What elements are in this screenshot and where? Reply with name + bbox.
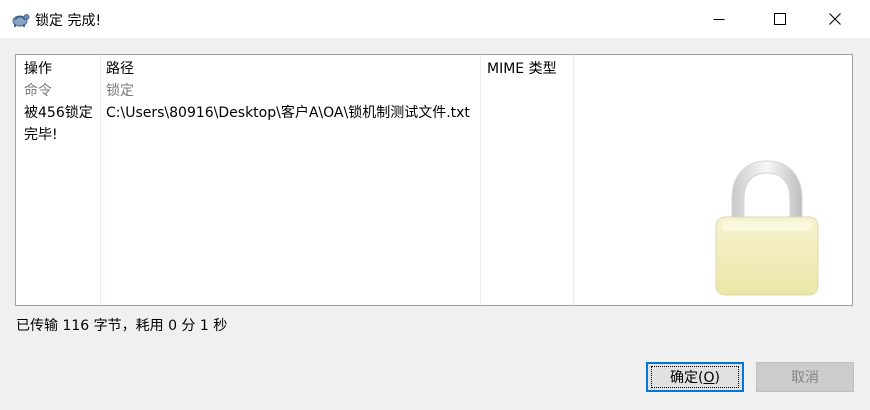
window-title: 锁定 完成!	[35, 13, 102, 29]
column-header-path[interactable]: 路径	[106, 58, 134, 80]
column-header-mime[interactable]: MIME 类型	[487, 58, 557, 80]
close-icon	[829, 13, 841, 25]
ok-accelerator-key: O	[703, 370, 715, 386]
row-command-action: 命令	[24, 83, 52, 99]
column-divider	[100, 55, 101, 305]
maximize-icon	[774, 13, 786, 25]
ok-button[interactable]: 确定(O)	[646, 362, 744, 392]
maximize-button[interactable]	[757, 0, 803, 38]
tortoise-icon	[10, 9, 30, 29]
row-result-path: C:\Users\80916\Desktop\客户A\OA\锁机制测试文件.tx…	[106, 105, 470, 121]
ok-button-label: 确定(O)	[651, 366, 739, 388]
minimize-icon	[713, 19, 725, 20]
results-list[interactable]: 操作 路径 MIME 类型 命令 锁定 被456锁定完毕! C:\Users\8…	[15, 54, 853, 306]
title-bar: 锁定 完成!	[0, 0, 870, 38]
column-divider	[480, 55, 481, 305]
close-button[interactable]	[812, 0, 858, 38]
row-command-path: 锁定	[106, 83, 134, 99]
cancel-button[interactable]: 取消	[756, 362, 854, 392]
column-divider	[573, 55, 574, 305]
padlock-icon	[712, 159, 830, 303]
row-result-action: 被456锁定完毕!	[24, 105, 93, 143]
transfer-status: 已传输 116 字节，耗用 0 分 1 秒	[16, 318, 228, 334]
minimize-button[interactable]	[696, 0, 742, 38]
column-header-action[interactable]: 操作	[24, 58, 52, 80]
